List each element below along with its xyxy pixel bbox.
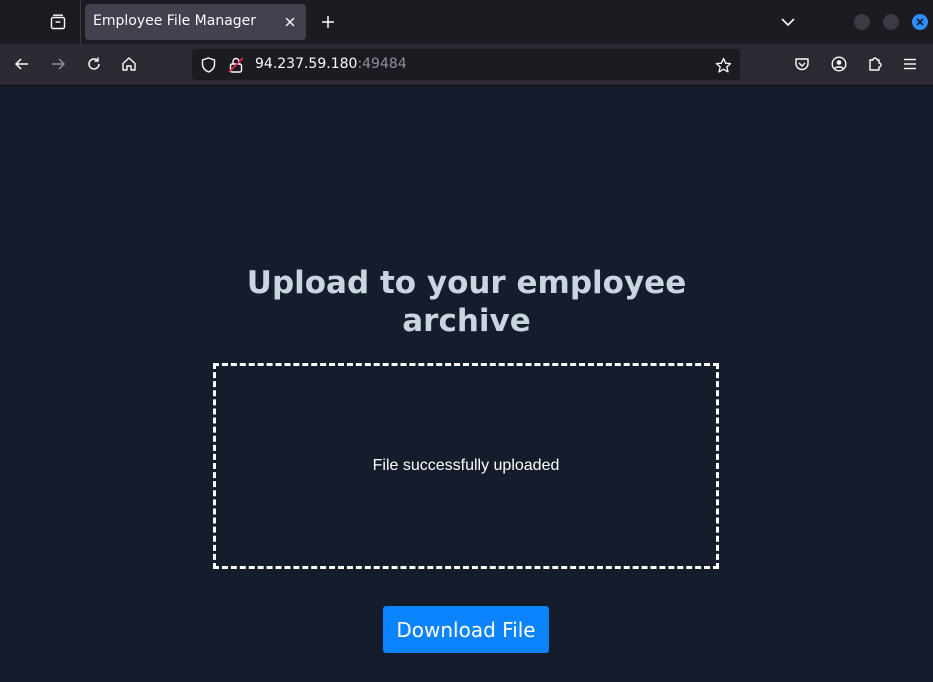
forward-button[interactable]	[44, 50, 72, 78]
url-bar[interactable]: 94.237.59.180:49484	[192, 49, 740, 80]
close-tab-button[interactable]	[280, 12, 300, 32]
window-maximize-button[interactable]	[883, 14, 899, 30]
star-icon	[715, 57, 731, 73]
page-content: Upload to your employee archive File suc…	[0, 86, 933, 682]
url-host: 94.237.59.180	[255, 56, 358, 72]
pocket-icon	[795, 58, 809, 71]
pocket-button[interactable]	[788, 50, 816, 78]
window-minimize-button[interactable]	[854, 14, 870, 30]
download-file-button[interactable]: Download File	[383, 606, 549, 653]
list-all-tabs-button[interactable]	[774, 8, 802, 36]
hamburger-menu-icon	[904, 58, 916, 70]
lock-warning-icon	[228, 57, 244, 73]
back-button[interactable]	[8, 50, 36, 78]
home-button[interactable]	[115, 50, 143, 78]
tab-active[interactable]: Employee File Manager	[85, 4, 306, 40]
upload-status-message: File successfully uploaded	[372, 457, 560, 474]
navigation-toolbar: 94.237.59.180:49484	[0, 44, 933, 86]
reload-icon	[88, 57, 100, 70]
url-port: :49484	[357, 56, 407, 72]
close-icon	[285, 17, 295, 27]
tracking-protection-button[interactable]	[199, 56, 217, 74]
tab-list-button[interactable]	[42, 6, 74, 38]
url-text[interactable]: 94.237.59.180:49484	[255, 56, 407, 72]
tab-title: Employee File Manager	[93, 13, 257, 29]
site-info-button[interactable]	[227, 56, 245, 74]
tab-list-icon	[50, 14, 66, 30]
extensions-button[interactable]	[861, 50, 889, 78]
chevron-down-icon	[781, 18, 795, 27]
shield-icon	[201, 57, 215, 73]
app-menu-button[interactable]	[896, 50, 924, 78]
window-close-button[interactable]	[912, 14, 928, 30]
page-title: Upload to your employee archive	[246, 265, 687, 339]
back-arrow-icon	[14, 58, 28, 70]
close-icon	[916, 18, 924, 26]
bookmark-button[interactable]	[714, 56, 732, 74]
account-icon	[831, 56, 847, 72]
forward-arrow-icon	[52, 58, 66, 70]
home-icon	[122, 57, 136, 71]
puzzle-icon	[869, 57, 882, 71]
reload-button[interactable]	[80, 50, 108, 78]
tab-separator	[80, 0, 81, 44]
plus-icon	[322, 16, 334, 28]
account-button[interactable]	[825, 50, 853, 78]
upload-dropzone[interactable]: File successfully uploaded	[213, 363, 719, 569]
tab-strip: Employee File Manager	[0, 0, 933, 44]
new-tab-button[interactable]	[314, 8, 342, 36]
